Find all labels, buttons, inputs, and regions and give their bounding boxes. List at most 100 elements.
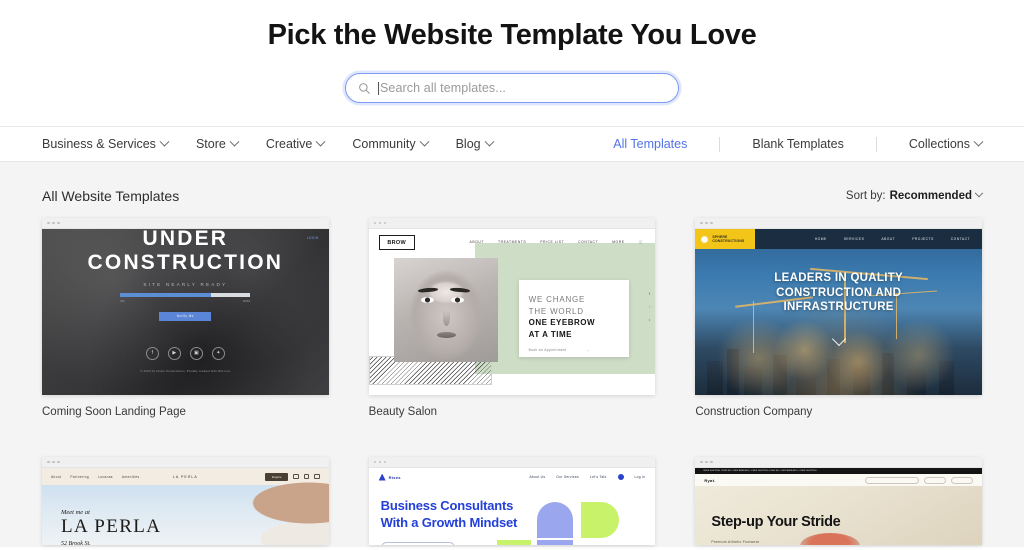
window-dot xyxy=(710,221,713,225)
preview-social-row: f ▶ ▣ ✦ xyxy=(145,346,225,360)
template-card[interactable]: SPHERE CONSTRUCTIONS HOME SERVICES ABOUT… xyxy=(695,218,982,418)
nav-item-all-templates[interactable]: All Templates xyxy=(613,137,687,151)
preview-nav-item: Locanas xyxy=(98,474,113,479)
preview-nav-item: About Us xyxy=(529,475,546,479)
preview-nav: ABOUT TREATMENTS PRICE LIST CONTACT MORE… xyxy=(470,240,644,244)
preview-progress: 0% 100% xyxy=(120,292,251,303)
nav-item-community[interactable]: Community xyxy=(352,136,430,151)
la-perla-preview: About Partnering Locanas Amenities LA PE… xyxy=(42,468,329,545)
building xyxy=(772,355,787,395)
preview-nav-item: TREATMENTS xyxy=(497,240,527,244)
browser-chrome-bar xyxy=(695,457,982,468)
template-thumbnail[interactable]: FREE SHIPPING OVER $50 • NEW ARRIVALS • … xyxy=(695,457,982,545)
template-preview: SPHERE CONSTRUCTIONS HOME SERVICES ABOUT… xyxy=(695,229,982,395)
window-dot xyxy=(47,221,50,225)
building xyxy=(938,361,954,395)
preview-headline-line1: WE CHANGE xyxy=(528,295,586,304)
nav-item-collections[interactable]: Collections xyxy=(908,136,984,151)
template-gallery-page: Pick the Website Template You Love Searc… xyxy=(0,0,1024,550)
instagram-icon: ▣ xyxy=(189,346,203,360)
decorative-shape xyxy=(536,502,573,538)
preview-headline-line1: Business Consultants xyxy=(380,498,514,513)
preview-building-image xyxy=(159,481,329,545)
preview-header-bar: Ryat. xyxy=(695,474,982,486)
nav-item-blank-templates[interactable]: Blank Templates xyxy=(752,137,844,151)
decorative-shape xyxy=(580,502,619,538)
decorative-shape xyxy=(536,540,573,545)
preview-nav-item: CONTACT xyxy=(578,240,599,244)
preview-header-bar: Rises About Us Our Services Let's Talk L… xyxy=(369,468,656,486)
preview-header-actions: Enquire xyxy=(265,472,320,481)
template-card[interactable]: About Partnering Locanas Amenities LA PE… xyxy=(42,457,329,545)
under-construction-preview: LOGIN UNDER CONSTRUCTION SITE NEARLY REA… xyxy=(42,229,329,395)
template-card[interactable]: FREE SHIPPING OVER $50 • NEW ARRIVALS • … xyxy=(695,457,982,545)
nav-label: Community xyxy=(352,137,416,151)
nav-label: Blog xyxy=(455,137,481,151)
building xyxy=(726,349,739,395)
preview-cta: Book an Appointment → xyxy=(529,348,629,352)
chevron-down-icon xyxy=(419,136,430,147)
preview-text-card: WE CHANGE THE WORLD ONE EYEBROW AT A TIM… xyxy=(518,280,629,357)
preview-headline-line3: INFRASTRUCTURE xyxy=(783,301,894,314)
template-thumbnail[interactable]: About Partnering Locanas Amenities LA PE… xyxy=(42,457,329,545)
preview-headline-line2: THE WORLD xyxy=(528,306,584,316)
building xyxy=(852,365,870,395)
construction-preview: SPHERE CONSTRUCTIONS HOME SERVICES ABOUT… xyxy=(695,229,982,395)
preview-headline-line3: ONE EYEBROW xyxy=(528,318,596,328)
preview-headline-line2: LA PERLA xyxy=(61,516,162,537)
preview-social-sidebar: f ▫ • xyxy=(649,291,650,322)
template-preview: About Partnering Locanas Amenities LA PE… xyxy=(42,468,329,545)
template-preview: FREE SHIPPING OVER $50 • NEW ARRIVALS • … xyxy=(695,468,982,545)
template-card[interactable]: BROW ABOUT TREATMENTS PRICE LIST CONTACT… xyxy=(368,218,656,418)
nav-item-business-services[interactable]: Business & Services xyxy=(42,136,170,151)
window-dot xyxy=(705,221,708,225)
preview-headline: Business Consultants With a Growth Minds… xyxy=(381,498,518,531)
preview-logo: BROW xyxy=(378,235,415,250)
chevron-down-icon xyxy=(831,331,846,347)
template-thumbnail[interactable]: SPHERE CONSTRUCTIONS HOME SERVICES ABOUT… xyxy=(695,218,982,395)
text-caret xyxy=(378,81,379,95)
preview-logo-text: SPHERE CONSTRUCTIONS xyxy=(712,235,744,244)
window-dot xyxy=(710,460,713,464)
template-name: Coming Soon Landing Page xyxy=(42,406,186,418)
progress-labels: 0% 100% xyxy=(120,299,250,303)
nav-label: Business & Services xyxy=(42,137,156,151)
sort-dropdown[interactable]: Sort by: Recommended xyxy=(845,188,984,202)
facebook-icon: f xyxy=(145,346,159,360)
search-input[interactable]: Search all templates... xyxy=(345,73,679,103)
preview-nav-item: CONTACT xyxy=(950,237,970,241)
window-dot xyxy=(373,221,377,225)
business-consultants-preview: Rises About Us Our Services Let's Talk L… xyxy=(368,468,656,545)
template-card[interactable]: LOGIN UNDER CONSTRUCTION SITE NEARLY REA… xyxy=(42,218,329,418)
nav-item-creative[interactable]: Creative xyxy=(266,136,326,151)
instagram-icon: ▫ xyxy=(648,304,651,309)
preview-nav-item: MORE xyxy=(612,240,625,244)
building xyxy=(744,367,763,395)
sort-value: Recommended xyxy=(889,190,972,202)
templates-grid: LOGIN UNDER CONSTRUCTION SITE NEARLY REA… xyxy=(42,218,982,545)
window-dot xyxy=(57,460,60,464)
nav-item-blog[interactable]: Blog xyxy=(455,136,495,151)
preview-cta-button: Notify Me xyxy=(159,311,212,321)
preview-headline-line1: UNDER xyxy=(142,229,229,251)
nav-item-store[interactable]: Store xyxy=(196,136,240,151)
youtube-icon: ▶ xyxy=(167,346,181,360)
ticker-text: FREE SHIPPING OVER $50 • NEW ARRIVALS • … xyxy=(703,470,817,472)
window-dot xyxy=(705,460,708,464)
template-thumbnail[interactable]: BROW ABOUT TREATMENTS PRICE LIST CONTACT… xyxy=(368,218,656,395)
template-card[interactable]: Rises About Us Our Services Let's Talk L… xyxy=(368,457,656,545)
nav-label: Collections xyxy=(908,137,970,151)
section-bar: All Website Templates Sort by: Recommend… xyxy=(42,162,984,218)
browser-chrome-bar xyxy=(368,218,656,229)
sort-prefix-label: Sort by: xyxy=(845,190,886,202)
window-dot xyxy=(57,221,60,225)
preview-nav: HOME SERVICES ABOUT PROJECTS CONTACT xyxy=(815,237,982,241)
template-thumbnail[interactable]: Rises About Us Our Services Let's Talk L… xyxy=(368,457,656,545)
eyebrow-shape xyxy=(417,287,438,293)
nav-divider xyxy=(719,136,721,152)
template-thumbnail[interactable]: LOGIN UNDER CONSTRUCTION SITE NEARLY REA… xyxy=(42,218,329,395)
preview-cta-label: Book an Appointment xyxy=(528,348,567,353)
section-title: All Website Templates xyxy=(42,188,180,204)
window-dot xyxy=(52,460,55,464)
preview-header-bar: SPHERE CONSTRUCTIONS HOME SERVICES ABOUT… xyxy=(695,229,982,249)
